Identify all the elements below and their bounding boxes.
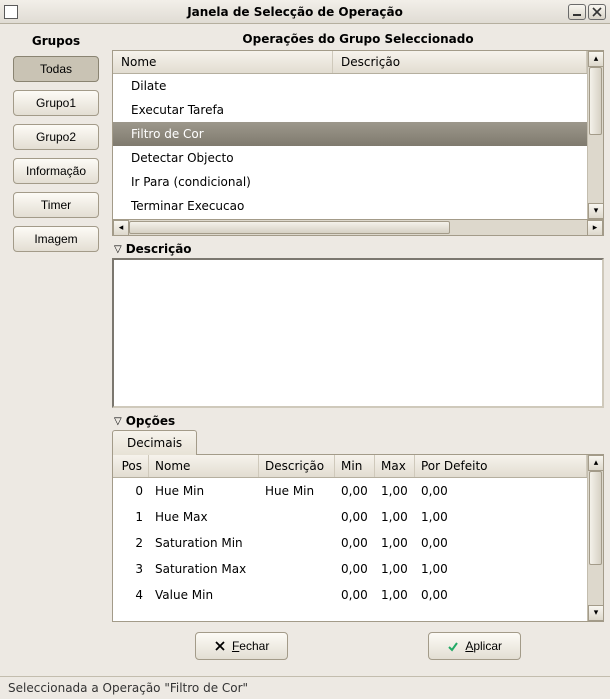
table-row[interactable]: 0Hue MinHue Min0,001,000,00 [113,478,587,504]
options-title: Opções [126,414,175,428]
cell-max: 1,00 [375,508,415,526]
cell-nome: Saturation Max [149,560,259,578]
operations-list: Nome Descrição Dilate Executar Tarefa Fi… [112,50,604,220]
scroll-thumb[interactable] [589,67,602,135]
cell-pos: 4 [113,586,149,604]
group-btn-grupo1[interactable]: Grupo1 [13,90,99,116]
cell-desc [259,586,335,604]
group-btn-informacao[interactable]: Informação [13,158,99,184]
options-vscrollbar[interactable]: ▴ ▾ [587,455,603,621]
table-row[interactable]: 3Saturation Max0,001,001,00 [113,556,587,582]
cell-nome: Hue Min [149,482,259,500]
cell-desc: Hue Min [259,482,335,500]
opt-col-max[interactable]: Max [375,455,415,477]
cell-def: 1,00 [415,508,587,526]
table-row[interactable]: 4Value Min 0,001,000,00 [113,582,587,608]
options-section-header[interactable]: ▽ Opções [112,408,604,430]
cell-def: 0,00 [415,586,587,604]
cell-nome: Value Min [149,586,259,604]
scroll-thumb[interactable] [589,471,602,565]
cell-def: 1,00 [415,560,587,578]
cell-desc [259,534,335,552]
scroll-down-icon[interactable]: ▾ [588,605,604,621]
cell-pos: 1 [113,508,149,526]
scroll-thumb[interactable] [129,221,450,234]
scroll-down-icon[interactable]: ▾ [588,203,604,219]
table-row[interactable]: 2Saturation Min 0,001,000,00 [113,530,587,556]
sidebar: Grupos Todas Grupo1 Grupo2 Informação Ti… [6,30,106,670]
cell-nome: Hue Max [149,508,259,526]
list-item[interactable]: Executar Tarefa [113,98,587,122]
group-btn-todas[interactable]: Todas [13,56,99,82]
cell-min: 0,00 [335,534,375,552]
description-title: Descrição [126,242,192,256]
description-box [112,258,604,408]
opt-col-def[interactable]: Por Defeito [415,455,587,477]
expander-icon: ▽ [114,244,122,255]
close-dialog-button[interactable]: Fechar [195,632,288,660]
status-bar: Seleccionada a Operação "Filtro de Cor" [0,676,610,699]
cell-pos: 2 [113,534,149,552]
col-header-descricao[interactable]: Descrição [333,51,587,73]
close-label: echar [239,639,269,653]
cell-max: 1,00 [375,586,415,604]
list-item[interactable]: Terminar Execucao [113,194,587,218]
window-title: Janela de Selecção de Operação [24,5,566,19]
options-table: Pos Nome Descrição Min Max Por Defeito 0… [112,454,604,622]
group-btn-timer[interactable]: Timer [13,192,99,218]
operations-header: Nome Descrição [113,51,587,74]
cell-min: 0,00 [335,560,375,578]
opt-col-desc[interactable]: Descrição [259,455,335,477]
scroll-right-icon[interactable]: ▸ [587,220,603,236]
col-header-nome[interactable]: Nome [113,51,333,73]
scroll-up-icon[interactable]: ▴ [588,455,604,471]
operations-vscrollbar[interactable]: ▴ ▾ [587,51,603,219]
cell-pos: 3 [113,560,149,578]
cell-max: 1,00 [375,534,415,552]
opt-col-nome[interactable]: Nome [149,455,259,477]
list-item[interactable]: Ir Para (condicional) [113,170,587,194]
cell-def: 0,00 [415,534,587,552]
cell-max: 1,00 [375,482,415,500]
list-item[interactable]: Dilate [113,74,587,98]
apply-icon [447,640,459,652]
expander-icon: ▽ [114,416,122,427]
operations-title: Operações do Grupo Seleccionado [112,30,604,50]
tab-decimais[interactable]: Decimais [112,430,197,455]
operations-hscrollbar[interactable]: ◂ ▸ [112,220,604,236]
cell-desc [259,508,335,526]
group-btn-grupo2[interactable]: Grupo2 [13,124,99,150]
minimize-button[interactable] [568,4,586,20]
cell-nome: Saturation Min [149,534,259,552]
window-icon [4,5,18,19]
description-section-header[interactable]: ▽ Descrição [112,236,604,258]
cell-min: 0,00 [335,508,375,526]
cell-def: 0,00 [415,482,587,500]
cell-pos: 0 [113,482,149,500]
close-button[interactable] [588,4,606,20]
scroll-up-icon[interactable]: ▴ [588,51,604,67]
apply-button[interactable]: Aplicar [428,632,521,660]
opt-col-pos[interactable]: Pos [113,455,149,477]
scroll-left-icon[interactable]: ◂ [113,220,129,236]
list-item[interactable]: Detectar Objecto [113,146,587,170]
close-icon [214,640,226,652]
titlebar: Janela de Selecção de Operação [0,0,610,24]
cell-max: 1,00 [375,560,415,578]
table-row[interactable]: 1Hue Max0,001,001,00 [113,504,587,530]
apply-label: plicar [473,639,502,653]
cell-desc [259,560,335,578]
opt-col-min[interactable]: Min [335,455,375,477]
cell-min: 0,00 [335,482,375,500]
cell-min: 0,00 [335,586,375,604]
group-btn-imagem[interactable]: Imagem [13,226,99,252]
sidebar-title: Grupos [32,30,80,56]
list-item[interactable]: Filtro de Cor [113,122,587,146]
